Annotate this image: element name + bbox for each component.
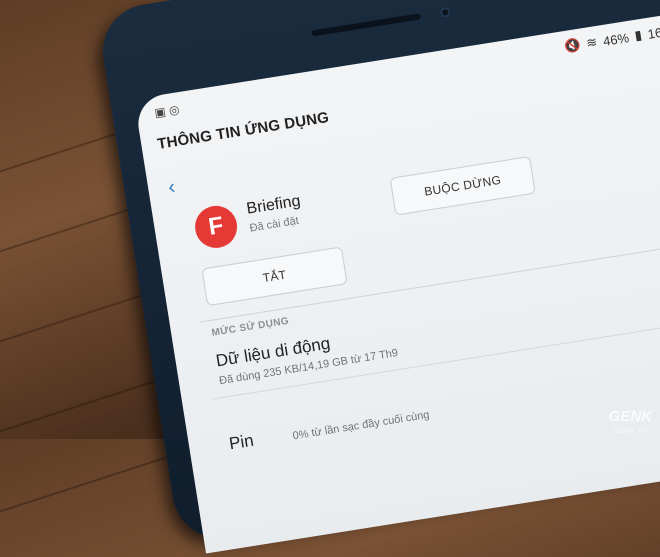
wifi-icon: ≋ <box>585 34 599 51</box>
front-camera <box>439 6 452 19</box>
app-install-status: Đã cài đặt <box>248 214 300 235</box>
photo-scene: { "status_bar": { "battery": "46%", "tim… <box>0 0 660 554</box>
force-stop-button[interactable]: BUỘC DỪNG <box>389 155 536 216</box>
earpiece-speaker <box>311 13 422 37</box>
status-right: 🔇 ≋ 46% ▮ 16:24 <box>563 21 660 55</box>
notification-icons: ▣ ◎ <box>153 102 181 121</box>
back-chevron-icon[interactable]: ‹ <box>167 176 177 200</box>
usage-section-label: MỨC SỬ DỤNG <box>210 315 290 339</box>
genk-watermark: GENK <box>608 408 652 425</box>
battery-row-detail: 0% từ lần sạc đầy cuối cùng <box>291 408 431 443</box>
battery-percent: 46% <box>601 29 630 49</box>
disable-button[interactable]: TẮT <box>201 246 348 307</box>
status-bar: ▣ ◎ 🔇 ≋ 46% ▮ 16:24 <box>135 14 660 126</box>
mute-icon: 🔇 <box>563 36 582 55</box>
clock: 16:24 <box>646 21 660 42</box>
phone-screen: ▣ ◎ 🔇 ≋ 46% ▮ 16:24 THÔNG TIN ỨNG DỤNG ‹… <box>134 8 660 554</box>
briefing-app-icon: F <box>192 202 241 251</box>
genk-watermark-domain: GENK.VN <box>612 428 648 435</box>
battery-row-title[interactable]: Pin <box>228 431 255 455</box>
smartphone: ▣ ◎ 🔇 ≋ 46% ▮ 16:24 THÔNG TIN ỨNG DỤNG ‹… <box>96 0 660 554</box>
battery-icon: ▮ <box>633 27 643 43</box>
